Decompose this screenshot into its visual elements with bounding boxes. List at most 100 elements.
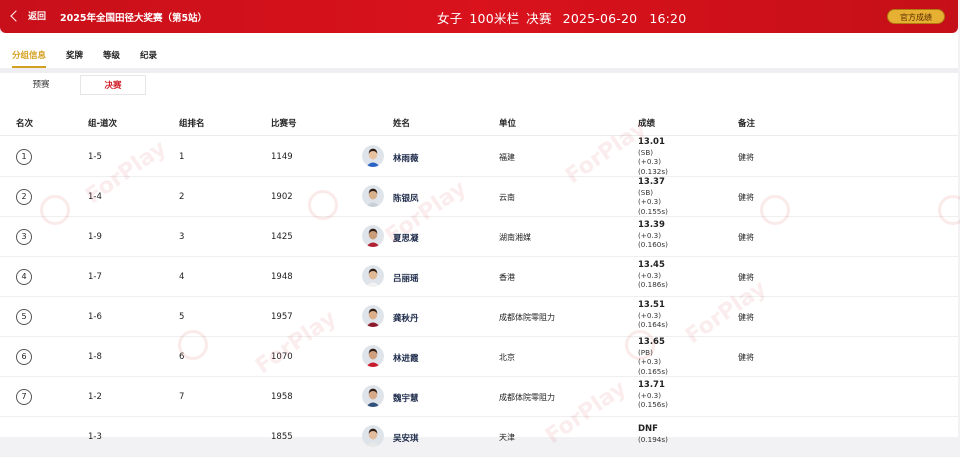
result-detail: (0.194s) bbox=[638, 434, 668, 444]
group-lane: 1-7 bbox=[88, 272, 102, 282]
level-note: 健将 bbox=[738, 353, 754, 362]
athlete-name[interactable]: 吴安琪 bbox=[393, 432, 419, 444]
col-group-lane: 组-道次 bbox=[88, 119, 118, 129]
result-time: 13.01 bbox=[638, 137, 665, 147]
level-note: 健将 bbox=[738, 153, 754, 162]
athlete-unit: 成都体院零阻力 bbox=[499, 313, 555, 322]
table-row[interactable]: 2 1-4 2 1902 陈银凤 云南 13.37 (SB) (+0.3) (0.155s) 健将 bbox=[0, 177, 958, 217]
table-row[interactable]: 4 1-7 4 1948 吕丽瑶 香港 13.45 (+0.3) (0.186s) 健将 bbox=[0, 257, 958, 297]
race-info: 女子 100米栏 决赛 2025-06-20 16:20 bbox=[437, 8, 693, 27]
table-row[interactable]: 1 1-5 1 1149 林雨薇 福建 13.01 (SB) (+0.3) (0.132s) 健将 bbox=[0, 137, 958, 177]
group-lane: 1-5 bbox=[88, 152, 102, 162]
tab-medals[interactable]: 奖牌 bbox=[66, 49, 83, 68]
rank-badge: 2 bbox=[16, 189, 32, 205]
athlete-unit: 福建 bbox=[499, 153, 515, 162]
back-button[interactable]: 返回 bbox=[8, 9, 46, 22]
bib-number: 1958 bbox=[271, 392, 293, 402]
result-detail: (+0.3) bbox=[638, 357, 662, 366]
result-detail: (SB) bbox=[638, 187, 654, 197]
subtab-heats[interactable]: 预赛 bbox=[8, 75, 74, 95]
result-time: DNF bbox=[638, 424, 658, 434]
group-lane: 1-6 bbox=[88, 312, 102, 322]
group-lane: 1-4 bbox=[88, 192, 102, 202]
main-tabs: 分组信息 奖牌 等级 纪录 bbox=[12, 49, 177, 68]
result-time: 13.37 bbox=[638, 177, 665, 187]
athlete-name[interactable]: 林进霞 bbox=[393, 352, 419, 364]
bib-number: 1948 bbox=[271, 272, 293, 282]
athlete-avatar bbox=[362, 305, 384, 327]
level-note: 健将 bbox=[738, 233, 754, 242]
group-rank: 5 bbox=[179, 312, 185, 322]
table-row[interactable]: 5 1-6 5 1957 龚秋丹 成都体院零阻力 13.51 (+0.3) (0.164s) 健… bbox=[0, 297, 958, 337]
athlete-unit: 天津 bbox=[499, 433, 515, 442]
result-block: 13.37 (SB) (+0.3) (0.155s) bbox=[638, 177, 668, 216]
official-results-button[interactable]: 官方成绩 bbox=[887, 9, 945, 24]
level-note: 健将 bbox=[738, 273, 754, 282]
group-rank: 2 bbox=[179, 192, 185, 202]
result-detail: (+0.3) bbox=[638, 230, 662, 240]
table-row[interactable]: 6 1-8 6 1070 林进霞 北京 13.65 (PB) (+0.3) (0.165s) 健将 bbox=[0, 337, 958, 377]
result-time: 13.39 bbox=[638, 220, 665, 230]
group-lane: 1-2 bbox=[88, 392, 102, 402]
athlete-avatar bbox=[362, 185, 384, 207]
result-detail: (+0.3) bbox=[638, 270, 662, 280]
chevron-left-icon bbox=[10, 9, 22, 22]
athlete-name[interactable]: 吕丽瑶 bbox=[393, 272, 419, 284]
table-row[interactable]: 3 1-9 3 1425 夏思凝 湖南湘媒 13.39 (+0.3) (0.160s) 健将 bbox=[0, 217, 958, 257]
bib-number: 1957 bbox=[271, 312, 293, 322]
athlete-name[interactable]: 林雨薇 bbox=[393, 152, 419, 164]
rank-badge: 7 bbox=[16, 389, 32, 405]
col-rank: 名次 bbox=[16, 119, 34, 129]
athlete-avatar bbox=[362, 345, 384, 367]
col-result: 成绩 bbox=[638, 119, 656, 129]
bib-number: 1070 bbox=[271, 352, 293, 362]
athlete-name[interactable]: 魏宇慧 bbox=[393, 392, 419, 404]
athlete-unit: 成都体院零阻力 bbox=[499, 393, 555, 402]
rank-badge: 6 bbox=[16, 349, 32, 365]
athlete-avatar bbox=[362, 385, 384, 407]
athlete-name[interactable]: 陈银凤 bbox=[393, 192, 419, 204]
col-unit: 单位 bbox=[499, 119, 517, 129]
rank-badge: 3 bbox=[16, 229, 32, 245]
result-detail: (0.160s) bbox=[638, 240, 668, 249]
tab-records[interactable]: 纪录 bbox=[140, 49, 157, 68]
athlete-name[interactable]: 龚秋丹 bbox=[393, 312, 419, 324]
bib-number: 1149 bbox=[271, 152, 293, 162]
tab-levels[interactable]: 等级 bbox=[103, 49, 120, 68]
result-detail: (0.164s) bbox=[638, 320, 668, 329]
bib-number: 1855 bbox=[271, 432, 293, 442]
bib-number: 1902 bbox=[271, 192, 293, 202]
top-bar: 返回 2025年全国田径大奖赛（第5站） 女子 100米栏 决赛 2025-06-20… bbox=[0, 0, 958, 33]
athlete-avatar bbox=[362, 145, 384, 167]
result-block: 13.71 (+0.3) (0.156s) bbox=[638, 380, 668, 410]
athlete-avatar bbox=[362, 425, 384, 447]
result-block: 13.45 (+0.3) (0.186s) bbox=[638, 260, 668, 290]
rank-badge: 1 bbox=[16, 149, 32, 165]
result-block: 13.39 (+0.3) (0.160s) bbox=[638, 220, 668, 250]
result-detail: (0.155s) bbox=[638, 206, 668, 216]
result-detail: (+0.3) bbox=[638, 197, 662, 206]
result-detail: (0.186s) bbox=[638, 280, 668, 289]
result-detail: (+0.3) bbox=[638, 390, 662, 400]
group-rank: 1 bbox=[179, 152, 185, 162]
group-rank: 6 bbox=[179, 352, 185, 362]
result-detail: (0.132s) bbox=[638, 166, 668, 176]
table-header: 名次 组-道次 组排名 比赛号 姓名 单位 成绩 备注 bbox=[0, 106, 958, 136]
athlete-avatar bbox=[362, 225, 384, 247]
result-time: 13.45 bbox=[638, 260, 665, 270]
result-time: 13.71 bbox=[638, 380, 665, 390]
table-row[interactable]: 7 1-2 7 1958 魏宇慧 成都体院零阻力 13.71 (+0.3) (0.156s) bbox=[0, 377, 958, 417]
table-row[interactable]: 1-3 1855 吴安琪 天津 DNF (0.194s) bbox=[0, 417, 958, 457]
athlete-unit: 北京 bbox=[499, 353, 515, 362]
group-rank: 4 bbox=[179, 272, 185, 282]
athlete-name[interactable]: 夏思凝 bbox=[393, 232, 419, 244]
result-block: 13.65 (PB) (+0.3) (0.165s) bbox=[638, 337, 668, 376]
subtab-final[interactable]: 决赛 bbox=[80, 75, 146, 95]
divider bbox=[0, 68, 958, 73]
race-discipline: 100米栏 bbox=[469, 11, 520, 26]
result-block: DNF (0.194s) bbox=[638, 424, 668, 444]
result-detail: (+0.3) bbox=[638, 157, 662, 166]
tab-group-info[interactable]: 分组信息 bbox=[12, 49, 47, 68]
col-bib: 比赛号 bbox=[271, 119, 297, 129]
col-group-rank: 组排名 bbox=[179, 119, 205, 129]
